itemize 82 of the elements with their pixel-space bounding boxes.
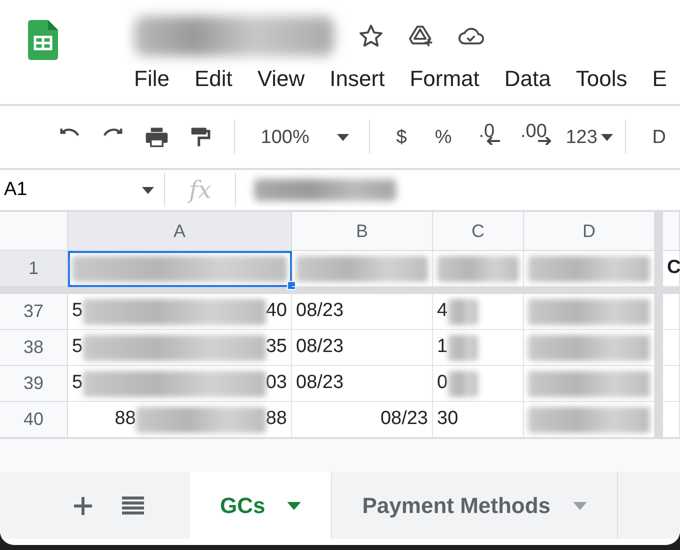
menu-item[interactable]: View	[257, 62, 305, 95]
caret-icon	[337, 134, 350, 140]
printer-icon[interactable]	[144, 126, 168, 148]
row-header[interactable]: 1	[0, 251, 68, 287]
cell-text: 5	[72, 371, 83, 396]
row-header[interactable]: 39	[0, 366, 68, 402]
table-cell[interactable]: 5 35	[68, 330, 292, 366]
table-cell[interactable]: 5 03	[68, 366, 292, 402]
cell-text: 30	[437, 407, 458, 432]
number-format-dropdown[interactable]: 123	[566, 128, 614, 146]
cell-text: 0	[437, 371, 448, 396]
cell-text: C	[667, 256, 680, 280]
cell-text: 08/23	[296, 299, 344, 324]
table-cell[interactable]: 0	[433, 366, 524, 402]
caret-icon	[142, 186, 154, 194]
toolbar-button[interactable]: %	[434, 128, 452, 146]
toolbar-button[interactable]: D	[652, 128, 666, 146]
table-cell[interactable]: 08/23	[292, 294, 433, 330]
column-header[interactable]: C	[433, 212, 524, 251]
table-cell[interactable]: 4	[433, 294, 524, 330]
function-label: fx	[189, 175, 212, 206]
column-header[interactable]: A	[68, 212, 292, 251]
cell-text: 5	[72, 299, 83, 324]
column-header[interactable]: B	[292, 212, 433, 251]
row-header[interactable]: 40	[0, 402, 68, 438]
row-header[interactable]: 37	[0, 294, 68, 330]
table-cell[interactable]	[524, 402, 655, 438]
menu-item[interactable]: Format	[410, 62, 480, 95]
table-cell[interactable]	[663, 294, 680, 330]
table-cell[interactable]	[433, 251, 524, 287]
menu-item[interactable]: Tools	[576, 62, 628, 95]
cell-text: 88	[114, 407, 136, 432]
sheet-tab[interactable]: GCs	[190, 472, 332, 539]
arrow-icon	[538, 137, 552, 145]
cell-text: 4	[437, 299, 448, 324]
table-cell[interactable]: 08/23	[292, 330, 433, 366]
menu-item[interactable]: E	[652, 62, 667, 95]
table-cell[interactable]	[524, 294, 655, 330]
table-cell[interactable]	[292, 251, 433, 287]
sheets-logo-icon[interactable]	[28, 20, 58, 60]
corner-header[interactable]	[0, 212, 68, 251]
cell-text: 1	[437, 335, 448, 360]
star-icon[interactable]	[358, 23, 384, 49]
freeze-bar[interactable]	[655, 402, 663, 438]
arrow-icon	[486, 137, 500, 145]
caret-icon	[572, 502, 587, 510]
menu-item[interactable]: Data	[504, 62, 551, 95]
fill-handle[interactable]	[287, 281, 296, 290]
table-cell[interactable]	[524, 330, 655, 366]
plus-icon[interactable]	[74, 496, 92, 514]
table-cell[interactable]: 1	[433, 330, 524, 366]
list-icon[interactable]	[122, 496, 144, 516]
triangle-plus-icon[interactable]	[408, 23, 434, 49]
decrease-decimal-button[interactable]: .0	[474, 122, 500, 152]
table-cell[interactable]: 08/23	[292, 366, 433, 402]
table-cell[interactable]: 88 88	[68, 402, 292, 438]
increase-decimal-button[interactable]: .00	[516, 122, 552, 152]
cell-text: 03	[266, 371, 287, 396]
table-cell[interactable]	[524, 366, 655, 402]
name-box[interactable]: A1	[0, 176, 164, 204]
column-header[interactable]	[663, 212, 680, 251]
table-cell[interactable]: 5 40	[68, 294, 292, 330]
freeze-bar[interactable]	[655, 212, 663, 251]
caret-icon	[287, 502, 302, 510]
cell-text: 35	[266, 335, 287, 360]
table-cell[interactable]	[663, 330, 680, 366]
menu-item[interactable]: Insert	[330, 62, 385, 95]
cell-text: 88	[266, 407, 287, 432]
zoom-dropdown[interactable]: 100%	[246, 128, 358, 146]
caret-icon	[601, 134, 614, 140]
table-cell[interactable]	[663, 366, 680, 402]
menu-item[interactable]: File	[134, 62, 170, 95]
row-header[interactable]: 38	[0, 330, 68, 366]
column-header[interactable]: D	[524, 212, 655, 251]
cell-text: 5	[72, 335, 83, 360]
cell-text: 08/23	[380, 407, 428, 432]
menu-item[interactable]: Edit	[194, 62, 232, 95]
toolbar-button[interactable]: $	[396, 128, 407, 146]
table-cell[interactable]	[524, 251, 655, 287]
cell-text: 08/23	[296, 371, 344, 396]
cell-text: 40	[266, 299, 287, 324]
cell-text: 08/23	[296, 335, 344, 360]
